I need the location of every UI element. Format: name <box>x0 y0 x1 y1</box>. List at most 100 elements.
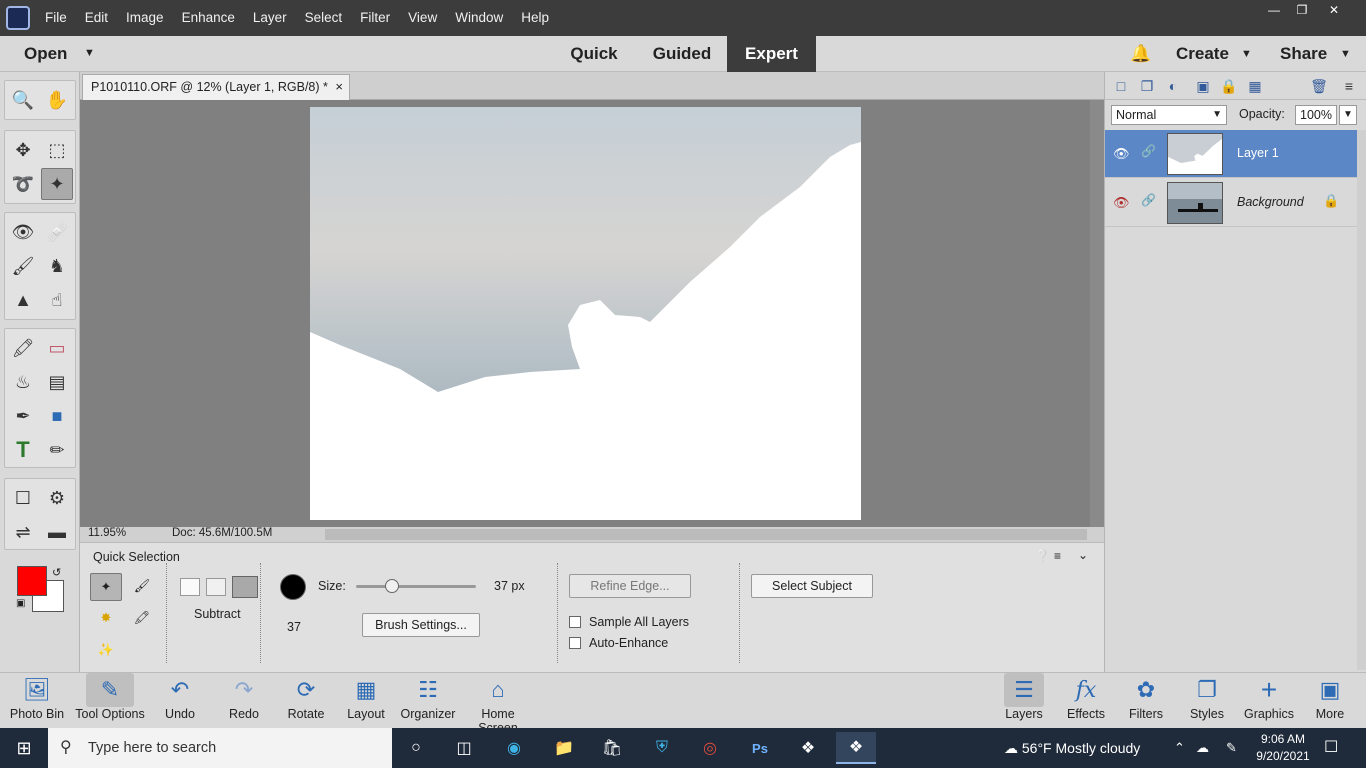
refine-edge-button[interactable]: Refine Edge... <box>569 574 691 598</box>
auto-enhance-checkbox[interactable]: Auto-Enhance <box>569 636 668 650</box>
blend-mode-select[interactable]: Normal ▼ <box>1111 105 1227 125</box>
new-group-icon[interactable]: ❐ <box>1139 78 1155 94</box>
content-aware-move-tool-icon[interactable]: ⇌ <box>7 516 39 548</box>
canvas-vertical-scrollbar[interactable] <box>1090 100 1104 527</box>
tab-expert[interactable]: Expert <box>727 36 816 72</box>
photoshop-icon[interactable]: Ps <box>740 732 780 764</box>
straighten-tool-icon[interactable]: ▬ <box>41 516 73 548</box>
photoshop-elements-icon[interactable]: ❖ <box>836 732 876 764</box>
weather-widget[interactable]: ☁ 56°F Mostly cloudy <box>1004 728 1140 768</box>
new-layer-icon[interactable]: □ <box>1113 78 1129 94</box>
link-icon[interactable]: 🔗 <box>1141 144 1156 158</box>
minimize-icon[interactable]: — <box>1260 0 1288 20</box>
size-slider-thumb[interactable] <box>385 579 399 593</box>
marquee-tool-icon[interactable]: ⬚ <box>41 134 73 166</box>
subtract-from-selection-icon[interactable] <box>232 576 258 598</box>
tab-guided[interactable]: Guided <box>642 36 722 72</box>
new-selection-icon[interactable] <box>180 578 200 596</box>
checkbox-box[interactable] <box>569 616 581 628</box>
menu-view[interactable]: View <box>399 0 446 36</box>
delete-layer-icon[interactable]: 🗑 <box>1310 78 1328 94</box>
lock-icon[interactable]: 🔒 <box>1323 193 1339 209</box>
quick-selection-option-icon[interactable]: ✦ <box>90 573 122 601</box>
auto-selection-option-icon[interactable]: ✨ <box>90 637 122 665</box>
sharpen-tool-icon[interactable]: ▲ <box>7 284 39 316</box>
tool-options-button[interactable]: ✎ Tool Options <box>72 673 148 729</box>
pencil-tool-icon[interactable]: ✏ <box>41 434 73 466</box>
adjustment-layer-icon[interactable]: ◐ <box>1165 78 1181 94</box>
organizer-button[interactable]: ☷ Organizer <box>398 673 458 729</box>
task-view-icon[interactable]: ◫ <box>444 732 484 764</box>
smudge-tool-icon[interactable]: ☝ <box>41 284 73 316</box>
graphics-panel-button[interactable]: + Graphics <box>1242 673 1296 729</box>
brush-preview[interactable] <box>280 574 306 600</box>
link-icon[interactable]: 🔗 <box>1141 193 1156 207</box>
eye-icon[interactable]: 👁 <box>1113 146 1130 162</box>
share-dropdown-icon[interactable]: ▼ <box>1340 36 1351 72</box>
styles-panel-button[interactable]: ❐ Styles <box>1186 673 1228 729</box>
gradient-tool-icon[interactable]: ▤ <box>41 366 73 398</box>
canvas-area[interactable] <box>80 100 1090 527</box>
layers-panel-button[interactable]: ☰ Layers <box>1004 673 1044 729</box>
home-screen-button[interactable]: ⌂ Home Screen <box>460 673 536 735</box>
foreground-color-swatch[interactable] <box>17 566 47 596</box>
lock-transparent-icon[interactable]: ▦ <box>1247 78 1263 94</box>
close-window-icon[interactable]: ✕ <box>1320 0 1348 20</box>
shield-app-icon[interactable]: ⛨ <box>642 732 682 764</box>
crop-tool-icon[interactable]: ☐ <box>7 482 39 514</box>
eyedropper-tool-icon[interactable]: ✒ <box>7 400 39 432</box>
layer-mask-icon[interactable]: ▣ <box>1195 78 1211 94</box>
move-tool-icon[interactable]: ✥ <box>7 134 39 166</box>
more-panels-button[interactable]: ▣ More <box>1310 673 1350 729</box>
restore-icon[interactable]: ❐ <box>1288 0 1316 20</box>
hand-tool-icon[interactable]: ✋ <box>41 84 73 116</box>
size-slider-track[interactable] <box>356 585 476 588</box>
red-eye-tool-icon[interactable]: 👁 <box>7 216 39 248</box>
pen-icon[interactable]: ✎ <box>1226 728 1237 768</box>
sample-all-layers-checkbox[interactable]: Sample All Layers <box>569 615 689 629</box>
eye-hidden-icon[interactable]: 👁 <box>1113 195 1130 211</box>
effects-panel-button[interactable]: fx Effects <box>1064 673 1108 729</box>
quick-selection-tool-icon[interactable]: ✦ <box>41 168 73 200</box>
taskbar-clock[interactable]: 9:06 AM 9/20/2021 <box>1248 731 1318 765</box>
eraser-tool-icon[interactable]: ▭ <box>41 332 73 364</box>
zoom-tool-icon[interactable]: 🔍 <box>7 84 39 116</box>
brush-settings-button[interactable]: Brush Settings... <box>362 613 480 637</box>
swap-colors-icon[interactable]: ↺ <box>52 566 61 579</box>
menu-select[interactable]: Select <box>296 0 352 36</box>
taskbar-search[interactable]: ⚲ Type here to search <box>48 728 392 768</box>
tab-quick[interactable]: Quick <box>560 36 628 72</box>
smart-brush-tool-icon[interactable]: 🖌 <box>7 250 39 282</box>
select-subject-button[interactable]: Select Subject <box>751 574 873 598</box>
opacity-input[interactable]: 100% <box>1295 105 1337 125</box>
paint-bucket-tool-icon[interactable]: ♨ <box>7 366 39 398</box>
menu-layer[interactable]: Layer <box>244 0 296 36</box>
layout-button[interactable]: ▦ Layout <box>342 673 390 729</box>
healing-brush-tool-icon[interactable]: 🩹 <box>41 216 73 248</box>
menu-filter[interactable]: Filter <box>351 0 399 36</box>
undo-button[interactable]: ↶ Undo <box>156 673 204 729</box>
selection-brush-option-icon[interactable]: 🖌 <box>126 573 158 601</box>
chrome-browser-icon[interactable]: ◎ <box>690 732 730 764</box>
shape-tool-icon[interactable]: ■ <box>41 400 73 432</box>
create-dropdown-icon[interactable]: ▼ <box>1241 36 1252 72</box>
add-to-selection-icon[interactable] <box>206 578 226 596</box>
close-document-icon[interactable]: × <box>335 75 343 99</box>
notification-bell-icon[interactable]: 🔔 <box>1130 36 1151 72</box>
filters-panel-button[interactable]: ✿ Filters <box>1124 673 1168 729</box>
create-button[interactable]: Create <box>1176 36 1229 72</box>
menu-file[interactable]: File <box>36 0 76 36</box>
layers-scrollbar[interactable] <box>1357 130 1366 670</box>
lock-all-icon[interactable]: 🔒 <box>1220 78 1237 94</box>
panel-menu-icon[interactable]: ≡ <box>1054 549 1061 563</box>
menu-window[interactable]: Window <box>446 0 512 36</box>
zoom-level[interactable]: 11.95% <box>88 527 126 539</box>
cortana-icon[interactable]: ○ <box>396 732 436 764</box>
edge-browser-icon[interactable]: ◉ <box>494 732 534 764</box>
elements-organizer-icon[interactable]: ❖ <box>788 732 828 764</box>
open-dropdown-icon[interactable]: ▼ <box>84 36 95 70</box>
canvas-horizontal-scrollbar[interactable] <box>325 529 1087 540</box>
menu-image[interactable]: Image <box>117 0 173 36</box>
default-colors-icon[interactable]: ▣ <box>16 598 25 609</box>
collapse-panel-icon[interactable]: ⌄ <box>1078 548 1088 562</box>
